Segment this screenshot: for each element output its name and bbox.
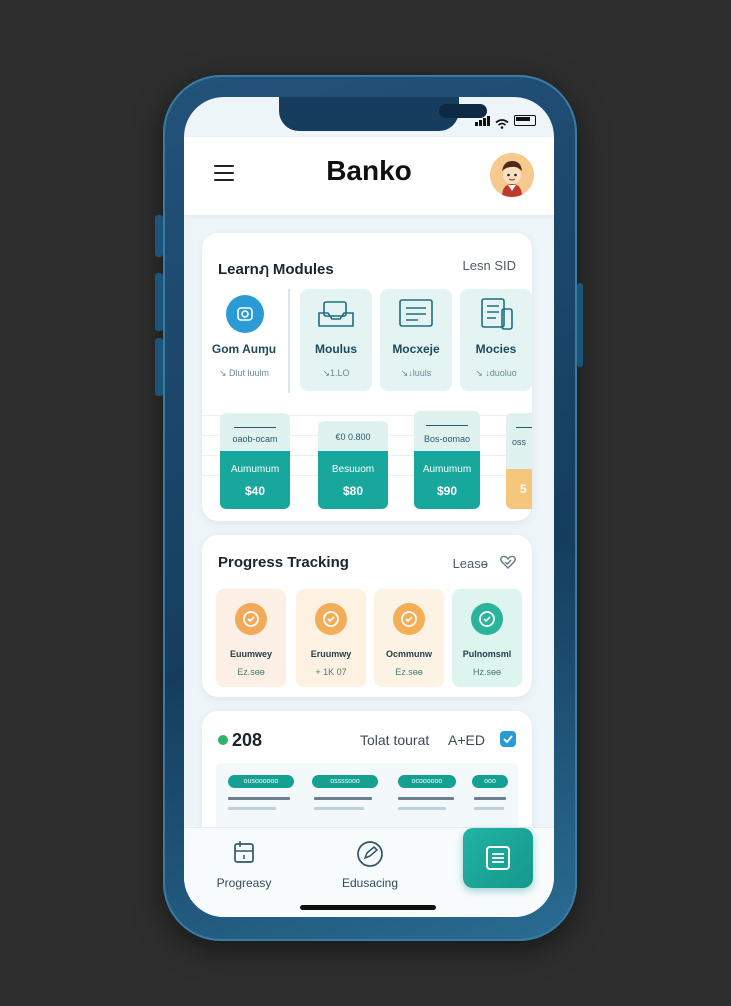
total-value: 208 [232, 730, 263, 750]
learning-modules-title: Learnฦ Modules [218, 261, 334, 278]
toggle-icon[interactable] [500, 731, 516, 747]
gear-coin-icon [393, 603, 425, 635]
screen: Banko Learnฦ Modules Lesn SID Gom Auɱu ↘… [184, 97, 554, 917]
edit-circle-icon [357, 841, 383, 867]
price-top-label: oaob-ocam [220, 413, 290, 451]
list-line [314, 797, 372, 800]
list-line [474, 807, 504, 810]
list-line [474, 797, 506, 800]
list-icon [486, 846, 510, 870]
module-sub: ↘1.LO [322, 368, 350, 378]
nav-item-educating[interactable]: Edusacing [320, 840, 420, 892]
price-column[interactable]: oss 5 [506, 413, 532, 509]
learning-modules-card: Learnฦ Modules Lesn SID Gom Auɱu ↘ Dlut … [202, 233, 532, 521]
module-tile[interactable]: Moulus ↘1.LO [300, 289, 372, 391]
progress-sub: + 1K 07 [315, 667, 347, 677]
total-label: Tolat tourat [360, 732, 430, 748]
module-label: Mocies [475, 342, 517, 356]
volume-down-button [155, 273, 163, 331]
module-label: Gom Auɱu [211, 342, 277, 356]
progress-sub: Ez.sɵɵ [237, 667, 265, 677]
progress-label: Ocmmunw [385, 649, 432, 659]
progress-tile[interactable]: Euumwey Ez.sɵɵ [216, 589, 286, 687]
nav-item-progress[interactable]: Progreasy [194, 840, 294, 892]
mute-button [155, 338, 163, 396]
list-chip[interactable]: ooo [472, 775, 508, 788]
battery-icon [514, 115, 536, 126]
notch [279, 97, 487, 131]
wifi-icon [495, 116, 509, 129]
progress-tracking-card: Progress Tracking Leasɵ Euumwey Ez.sɵɵ E… [202, 535, 532, 697]
bottom-nav: Progreasy Edusacing [184, 827, 554, 917]
progress-label: Pulnomsml [462, 649, 512, 659]
progress-icon [234, 841, 254, 863]
progress-tracking-link[interactable]: Leasɵ [453, 556, 488, 571]
signal-icon [475, 115, 490, 126]
price-top-label: Bos-oomao [414, 411, 480, 451]
module-sub: ↘ Dlut luulm [218, 368, 270, 378]
price-value-block: Aumumum $40 [220, 451, 290, 509]
heart-check-icon[interactable] [500, 555, 516, 569]
list-line [228, 807, 276, 810]
learning-modules-link[interactable]: Lesn SID [463, 258, 516, 273]
progress-tile[interactable]: Eruumwy + 1K 07 [296, 589, 366, 687]
divider [288, 289, 290, 393]
price-value-block: Aumumum $90 [414, 451, 480, 509]
price-column[interactable]: €0 0.800 Besuuom $80 [318, 421, 388, 509]
chart-coin-icon [315, 603, 347, 635]
document-icon [399, 299, 433, 327]
progress-label: Eruumwy [310, 649, 352, 659]
list-line [228, 797, 290, 800]
avatar[interactable] [490, 153, 534, 197]
module-tile[interactable]: Gom Auɱu ↘ Dlut luulm [208, 289, 280, 391]
module-tile[interactable]: Mocxeje ↘↓luuls [380, 289, 452, 391]
files-icon [481, 298, 513, 330]
fab-button[interactable] [463, 828, 533, 888]
list-chip[interactable]: ousoooooo [228, 775, 294, 788]
list-chip[interactable]: ossssooo [312, 775, 378, 788]
home-indicator[interactable] [300, 905, 436, 910]
progress-tile[interactable]: Pulnomsml Hz.sɵɵ [452, 589, 522, 687]
list-line [398, 807, 446, 810]
module-sub: ↘↓luuls [400, 368, 432, 378]
app-header: Banko [184, 137, 554, 215]
progress-tile[interactable]: Ocmmunw Ez.sɵɵ [374, 589, 444, 687]
module-tile[interactable]: Mocies ↘ ↓duoluo [460, 289, 532, 391]
price-value-block: Besuuom $80 [318, 451, 388, 509]
nav-label: Edusacing [341, 876, 399, 890]
list-line [314, 807, 364, 810]
module-sub: ↘ ↓duoluo [475, 368, 517, 378]
coin-icon [235, 603, 267, 635]
leaf-icon [471, 603, 503, 635]
list-chip[interactable]: ocoooooo [398, 775, 456, 788]
status-dot-icon [218, 735, 228, 745]
price-top-label: oss [506, 413, 532, 469]
price-column[interactable]: Bos-oomao Aumumum $90 [414, 411, 480, 509]
power-button [577, 283, 583, 367]
progress-label: Euumwey [229, 649, 272, 659]
total-code: A+ED [448, 732, 485, 748]
progress-sub: Hz.sɵɵ [472, 667, 501, 677]
list-line [398, 797, 454, 800]
status-bar [475, 115, 536, 129]
module-label: Mocxeje [392, 342, 440, 356]
price-value-block: 5 [506, 469, 532, 509]
volume-up-button [155, 215, 163, 257]
progress-tracking-title: Progress Tracking [218, 554, 349, 571]
module-label: Moulus [315, 342, 357, 356]
nav-label: Progreasy [216, 876, 272, 890]
tray-icon [318, 301, 354, 327]
price-top-label: €0 0.800 [318, 421, 388, 451]
progress-sub: Ez.sɵɵ [395, 667, 423, 677]
camera-icon [226, 295, 264, 333]
price-column[interactable]: oaob-ocam Aumumum $40 [220, 413, 290, 509]
